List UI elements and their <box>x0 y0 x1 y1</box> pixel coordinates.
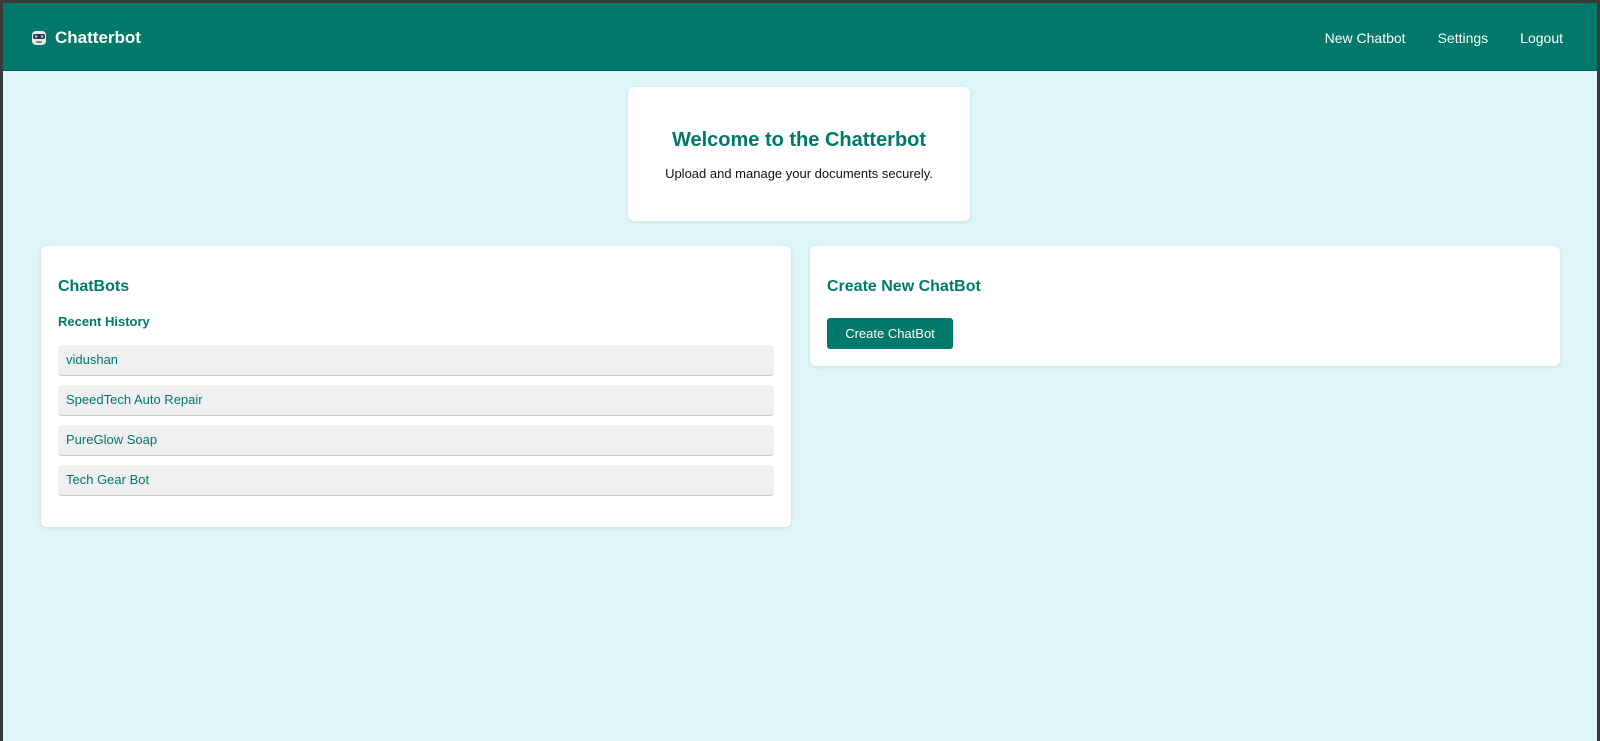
history-item[interactable]: vidushan <box>58 345 774 376</box>
welcome-title: Welcome to the Chatterbot <box>671 129 927 151</box>
welcome-subtitle: Upload and manage your documents securel… <box>665 166 933 181</box>
create-chatbot-card: Create New ChatBot Create ChatBot <box>810 246 1560 366</box>
nav-settings[interactable]: Settings <box>1438 30 1489 46</box>
history-item[interactable]: SpeedTech Auto Repair <box>58 385 774 416</box>
nav-links: New Chatbot Settings Logout <box>1325 30 1563 46</box>
history-list: vidushan SpeedTech Auto Repair PureGlow … <box>58 345 774 505</box>
brand[interactable]: Chatterbot <box>31 28 141 48</box>
app-window: Chatterbot New Chatbot Settings Logout W… <box>3 3 1597 741</box>
nav-new-chatbot[interactable]: New Chatbot <box>1325 30 1406 46</box>
history-item[interactable]: Tech Gear Bot <box>58 465 774 496</box>
chatbots-title: ChatBots <box>58 278 130 295</box>
create-title: Create New ChatBot <box>827 278 981 295</box>
robot-icon <box>31 29 47 47</box>
recent-history-label: Recent History <box>58 314 150 329</box>
chatbots-card: ChatBots Recent History vidushan SpeedTe… <box>41 246 791 527</box>
create-chatbot-button[interactable]: Create ChatBot <box>827 318 953 349</box>
welcome-card: Welcome to the Chatterbot Upload and man… <box>628 87 970 221</box>
history-item[interactable]: PureGlow Soap <box>58 425 774 456</box>
navbar: Chatterbot New Chatbot Settings Logout <box>3 3 1597 71</box>
brand-name: Chatterbot <box>55 28 141 47</box>
nav-logout[interactable]: Logout <box>1520 30 1563 46</box>
